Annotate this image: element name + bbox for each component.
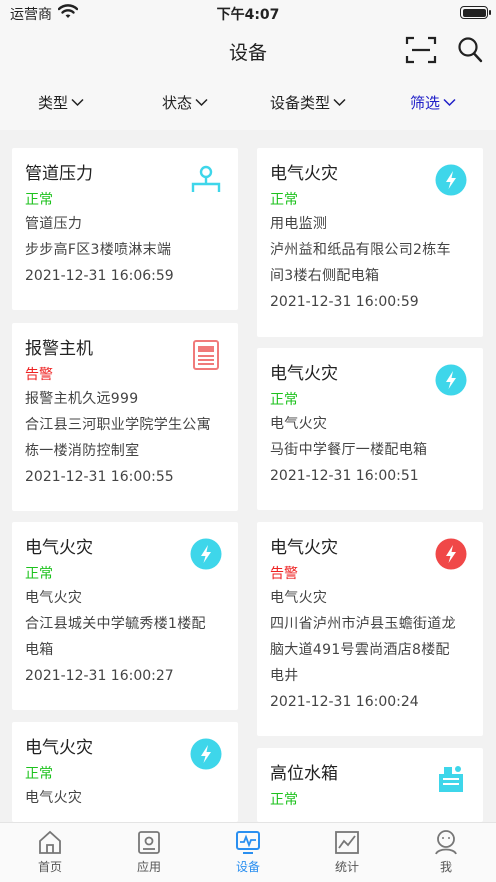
apps-icon	[138, 831, 160, 854]
device-card[interactable]: 电气火灾 正常 用电监测 泸州益和纸品有限公司2栋车 间3楼右侧配电箱 2021…	[257, 148, 483, 337]
lightning-icon	[190, 738, 222, 770]
water-tank-icon	[439, 766, 463, 792]
device-info-line: 电气火灾	[25, 790, 83, 806]
chevron-down-icon	[71, 98, 84, 107]
tab-home-label: 首页	[37, 860, 62, 874]
profile-icon	[435, 830, 457, 855]
device-location: 马街中学餐厅一楼配电箱	[270, 442, 428, 458]
device-timestamp: 2021-12-31 16:00:27	[25, 668, 174, 684]
device-timestamp: 2021-12-31 16:00:24	[270, 694, 419, 710]
home-icon	[39, 830, 61, 854]
device-card[interactable]: 高位水箱 正常	[257, 748, 483, 822]
device-info-line: 电气火灾	[270, 590, 328, 606]
tab-me[interactable]: 我	[416, 829, 476, 875]
tab-statistics[interactable]: 统计	[317, 829, 377, 875]
device-card[interactable]: 电气火灾 正常 电气火灾 合江县城关中学毓秀楼1楼配 电箱 2021-12-31…	[12, 522, 238, 710]
device-timestamp: 2021-12-31 16:06:59	[25, 268, 174, 284]
chevron-down-icon	[333, 98, 346, 107]
device-card[interactable]: 管道压力 正常 管道压力 步步高F区3楼喷淋末端 2021-12-31 16:0…	[12, 148, 238, 310]
device-location: 电井	[270, 668, 299, 684]
status-bar: 运营商 下午4:07	[0, 0, 496, 26]
device-location: 合江县三河职业学院学生公寓	[25, 417, 211, 433]
chevron-down-icon	[443, 98, 456, 107]
device-location: 步步高F区3楼喷淋末端	[25, 242, 172, 258]
pressure-gauge-icon	[191, 165, 221, 192]
device-timestamp: 2021-12-31 16:00:59	[270, 294, 419, 310]
device-location: 间3楼右侧配电箱	[270, 268, 380, 284]
battery-icon	[460, 6, 491, 19]
alarm-host-icon	[193, 340, 219, 370]
filter-status[interactable]: 状态	[162, 92, 208, 113]
tab-statistics-label: 统计	[334, 860, 359, 874]
filter-type-label: 类型	[38, 94, 69, 112]
tab-me-label: 我	[439, 860, 452, 874]
tab-device-label: 设备	[235, 860, 260, 874]
search-icon[interactable]	[457, 36, 483, 64]
lightning-icon	[435, 164, 467, 196]
device-info-line: 报警主机久远999	[25, 391, 139, 407]
tab-apps[interactable]: 应用	[119, 829, 179, 875]
device-info-line: 管道压力	[25, 216, 83, 232]
tab-home[interactable]: 首页	[20, 829, 80, 875]
device-info-line: 电气火灾	[270, 416, 328, 432]
lightning-icon	[190, 538, 222, 570]
device-timestamp: 2021-12-31 16:00:55	[25, 469, 174, 485]
device-location: 电箱	[25, 642, 54, 658]
device-icon	[236, 831, 260, 854]
tab-apps-label: 应用	[136, 860, 161, 874]
device-card[interactable]: 电气火灾 正常 电气火灾	[12, 722, 238, 822]
device-location: 合江县城关中学毓秀楼1楼配	[25, 616, 206, 632]
tab-bar: 首页 应用 设备 统计 我	[0, 822, 496, 882]
device-card[interactable]: 报警主机 告警 报警主机久远999 合江县三河职业学院学生公寓 栋一楼消防控制室…	[12, 323, 238, 511]
lightning-icon	[435, 538, 467, 570]
clock: 下午4:07	[216, 7, 280, 23]
device-location: 泸州益和纸品有限公司2栋车	[270, 242, 451, 258]
scan-icon[interactable]	[405, 35, 437, 65]
nav-bar: 设备	[0, 26, 496, 76]
device-timestamp: 2021-12-31 16:00:51	[270, 468, 419, 484]
device-info-line: 电气火灾	[25, 590, 83, 606]
tab-device[interactable]: 设备	[218, 829, 278, 875]
filter-screen-label: 筛选	[410, 94, 441, 112]
device-location: 栋一楼消防控制室	[25, 443, 140, 459]
filter-bar: 类型 状态 设备类型 筛选	[0, 76, 496, 130]
chevron-down-icon	[195, 98, 208, 107]
filter-type[interactable]: 类型	[38, 92, 84, 113]
filter-device-type-label: 设备类型	[270, 94, 331, 112]
chart-icon	[335, 831, 359, 854]
device-info-line: 用电监测	[270, 216, 328, 232]
device-location: 四川省泸州市泸县玉蟾街道龙	[270, 616, 456, 632]
filter-screen[interactable]: 筛选	[410, 92, 456, 113]
device-location: 脑大道491号雲尚酒店8楼配	[270, 642, 450, 658]
device-card[interactable]: 电气火灾 告警 电气火灾 四川省泸州市泸县玉蟾街道龙 脑大道491号雲尚酒店8楼…	[257, 522, 483, 736]
filter-device-type[interactable]: 设备类型	[270, 92, 346, 113]
lightning-icon	[435, 364, 467, 396]
filter-status-label: 状态	[162, 94, 193, 112]
device-card[interactable]: 电气火灾 正常 电气火灾 马街中学餐厅一楼配电箱 2021-12-31 16:0…	[257, 348, 483, 510]
